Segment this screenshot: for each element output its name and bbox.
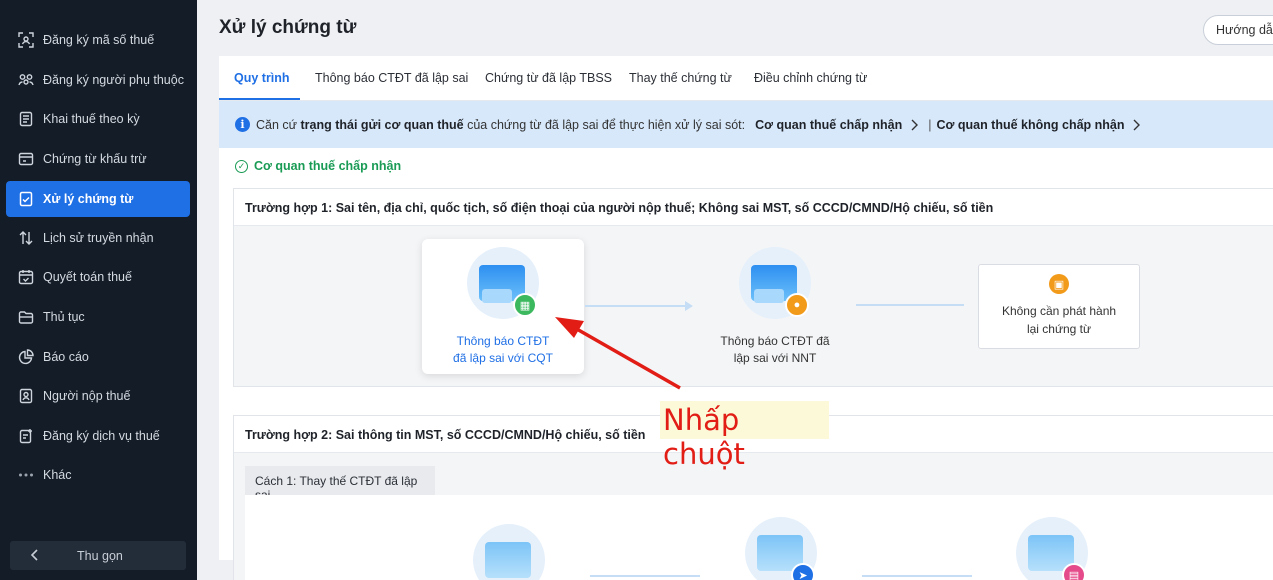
annotation-arrow <box>555 317 681 390</box>
click-annotation: Nhấp chuột <box>660 401 829 471</box>
